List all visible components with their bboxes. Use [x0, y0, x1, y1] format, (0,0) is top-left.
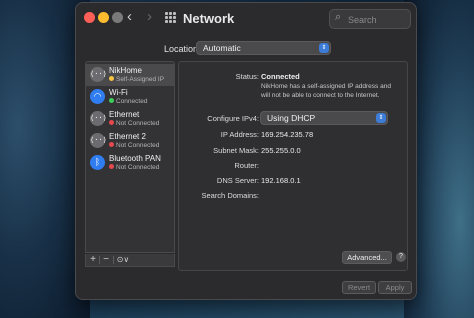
status-dot-icon	[109, 120, 114, 125]
search-domains-label: Search Domains:	[201, 191, 259, 200]
search-input[interactable]	[346, 12, 410, 27]
status-description: NikHome has a self-assigned IP address a…	[261, 83, 391, 99]
network-preferences-window: ‹ › Network ⌕ Location: Automatic ⇕ ⟨··⟩…	[75, 2, 417, 300]
service-name: NikHome	[109, 66, 142, 75]
configure-ipv4-label: Configure IPv4:	[207, 114, 259, 123]
router-label: Router:	[234, 161, 259, 170]
help-button[interactable]: ?	[396, 252, 406, 262]
ip-address-label: IP Address:	[220, 130, 259, 139]
chevron-updown-icon: ⇕	[319, 43, 329, 53]
service-detail-panel: Status: Connected NikHome has a self-ass…	[178, 61, 408, 271]
subnet-mask-value: 255.255.0.0	[261, 146, 301, 155]
wifi-icon: ◠	[90, 89, 105, 104]
ethernet-icon: ⟨··⟩	[90, 133, 107, 148]
location-select[interactable]: Automatic ⇕	[196, 41, 331, 55]
forward-arrow-icon[interactable]: ›	[147, 8, 152, 25]
service-status: Not Connected	[109, 164, 159, 171]
window-title: Network	[183, 11, 235, 26]
close-button[interactable]	[84, 12, 95, 23]
subnet-mask-label: Subnet Mask:	[213, 146, 259, 155]
remove-service-button[interactable]: −	[100, 254, 112, 266]
service-item-wifi[interactable]: ◠ Wi-Fi Connected	[86, 86, 174, 108]
chevron-updown-icon: ⇕	[376, 113, 386, 123]
zoom-button[interactable]	[112, 12, 123, 23]
service-list: ⟨··⟩ NikHome Self-Assigned IP ◠ Wi-Fi Co…	[85, 61, 175, 253]
status-value: Connected	[261, 72, 300, 81]
back-arrow-icon[interactable]: ‹	[127, 8, 132, 25]
ethernet-icon: ⟨··⟩	[90, 111, 107, 126]
service-list-toolbar: + − ⊙∨	[85, 254, 175, 267]
status-dot-icon	[109, 76, 114, 81]
dns-server-value: 192.168.0.1	[261, 176, 301, 185]
status-dot-icon	[109, 164, 114, 169]
revert-button[interactable]: Revert	[342, 281, 376, 294]
search-icon: ⌕	[335, 11, 342, 23]
configure-ipv4-select[interactable]: Using DHCP ⇕	[260, 111, 388, 125]
configure-ipv4-value: Using DHCP	[267, 113, 316, 123]
service-name: Ethernet 2	[109, 132, 146, 141]
add-service-button[interactable]: +	[87, 254, 99, 266]
show-all-grid-icon[interactable]	[165, 12, 176, 23]
location-value: Automatic	[203, 43, 241, 53]
service-status: Connected	[109, 98, 147, 105]
ip-address-value: 169.254.235.78	[261, 130, 314, 139]
status-dot-icon	[109, 98, 114, 103]
minimize-button[interactable]	[98, 12, 109, 23]
advanced-button[interactable]: Advanced...	[342, 251, 392, 264]
service-name: Bluetooth PAN	[109, 154, 161, 163]
service-name: Ethernet	[109, 110, 140, 119]
service-status: Not Connected	[109, 120, 159, 127]
dns-server-label: DNS Server:	[216, 176, 259, 185]
service-name: Wi-Fi	[109, 88, 128, 97]
status-dot-icon	[109, 142, 114, 147]
ethernet-icon: ⟨··⟩	[90, 67, 107, 82]
status-label: Status:	[235, 72, 259, 81]
service-status: Not Connected	[109, 142, 159, 149]
title-bar: ‹ › Network ⌕	[76, 3, 416, 31]
action-menu-button[interactable]: ⊙∨	[114, 254, 132, 266]
apply-button[interactable]: Apply	[378, 281, 412, 294]
service-status: Self-Assigned IP	[109, 76, 164, 83]
search-field[interactable]: ⌕	[329, 9, 411, 29]
bluetooth-icon: ᛒ	[90, 155, 105, 170]
